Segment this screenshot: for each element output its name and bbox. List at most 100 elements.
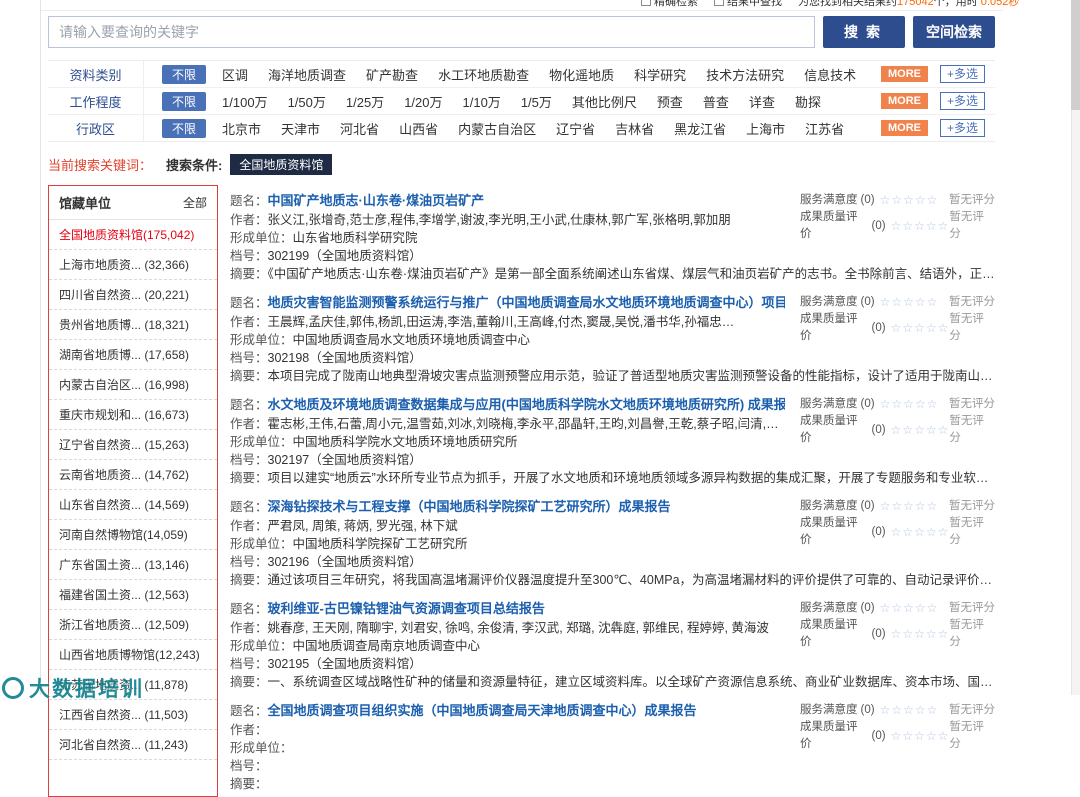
sidebar-archive-item[interactable]: 河南自然博物馆(14,059)	[49, 520, 217, 550]
sidebar-archive-item[interactable]: 山西省地质博物馆(12,243)	[49, 640, 217, 670]
checkbox-icon[interactable]	[714, 0, 724, 6]
filter-option[interactable]: 水工环地质勘查	[438, 65, 529, 84]
watermark-text: 大数据培训	[29, 673, 144, 703]
quality-rating-row: 成果质量评价 (0) ☆☆☆☆☆ 暂无评分	[800, 413, 995, 447]
sidebar-archive-item[interactable]: 内蒙古自治区... (16,998)	[49, 370, 217, 400]
service-rating-stars[interactable]: ☆☆☆☆☆	[880, 498, 939, 515]
filter-option[interactable]: 1/50万	[288, 92, 326, 111]
sidebar-archive-item[interactable]: 江西省自然资... (11,503)	[49, 700, 217, 730]
result-title-line: 题名：玻利维亚-古巴镍钴锂油气资源调查项目总结报告	[230, 599, 785, 619]
filter-option[interactable]: 天津市	[281, 119, 320, 138]
sidebar-archive-item[interactable]: 四川省自然资... (20,221)	[49, 280, 217, 310]
result-title-link[interactable]: 深海钻探技术与工程支撑（中国地质科学院探矿工艺研究所）成果报告	[268, 499, 671, 514]
checkbox-icon[interactable]	[641, 0, 651, 6]
filter-option[interactable]: 详查	[749, 92, 775, 111]
filter-option[interactable]: 海洋地质调查	[268, 65, 346, 84]
quality-rating-stars[interactable]: ☆☆☆☆☆	[891, 320, 950, 337]
search-in-results-checkbox[interactable]: 结果中查找	[714, 0, 782, 9]
filter-option[interactable]: 上海市	[746, 119, 785, 138]
scrollbar-thumb[interactable]	[1071, 0, 1080, 110]
quality-rating-stars[interactable]: ☆☆☆☆☆	[891, 626, 950, 643]
sidebar-archive-item[interactable]: 浙江省地质资... (12,509)	[49, 610, 217, 640]
sidebar-archive-item[interactable]: 云南省地质资... (14,762)	[49, 460, 217, 490]
filter-option[interactable]: 内蒙古自治区	[458, 119, 536, 138]
filter-option[interactable]: 1/10万	[463, 92, 501, 111]
result-title-link[interactable]: 中国矿产地质志·山东卷·煤油页岩矿产	[268, 193, 485, 208]
multi-select-button[interactable]: +多选	[940, 119, 985, 137]
sidebar-archive-item[interactable]: 重庆市规划和... (16,673)	[49, 400, 217, 430]
sidebar-archive-item[interactable]: 福建省国土资... (12,563)	[49, 580, 217, 610]
filter-option[interactable]: 北京市	[222, 119, 261, 138]
filter-unlimited-chip[interactable]: 不限	[162, 65, 206, 84]
more-button[interactable]: MORE	[881, 93, 928, 109]
filter-option[interactable]: 区调	[222, 65, 248, 84]
sidebar-archive-item[interactable]: 全国地质资料馆(175,042)	[49, 220, 217, 250]
result-title-link[interactable]: 水文地质及环境地质调查数据集成与应用(中国地质科学院水文地质环境地质研究所) 成…	[268, 397, 785, 412]
filter-unlimited-chip[interactable]: 不限	[162, 119, 206, 138]
filter-label-region: 行政区	[48, 115, 144, 141]
service-rating-stars[interactable]: ☆☆☆☆☆	[880, 600, 939, 617]
more-button[interactable]: MORE	[881, 120, 928, 136]
result-title-link[interactable]: 全国地质调查项目组织实施（中国地质调查局天津地质调查中心）成果报告	[268, 703, 697, 718]
search-button[interactable]: 搜索	[823, 16, 905, 48]
result-authors-line: 作者：王晨辉,孟庆佳,郭伟,杨凯,田运涛,李浩,董翰川,王高峰,付杰,窦晟,吴悦…	[230, 313, 785, 331]
filter-option[interactable]: 物化遥地质	[549, 65, 614, 84]
result-authors-line: 作者：张义江,张增奇,范士彦,程伟,李增学,谢波,李光明,王小武,仕康林,郭广军…	[230, 211, 785, 229]
filter-option[interactable]: 科学研究	[634, 65, 686, 84]
quality-rating-stars[interactable]: ☆☆☆☆☆	[891, 524, 950, 541]
filter-option[interactable]: 黑龙江省	[674, 119, 726, 138]
title-field-label: 题名：	[230, 398, 268, 412]
filter-option[interactable]: 吉林省	[615, 119, 654, 138]
sidebar-archive-item[interactable]: 上海市地质资... (32,366)	[49, 250, 217, 280]
filter-option[interactable]: 山西省	[399, 119, 438, 138]
multi-select-button[interactable]: +多选	[940, 92, 985, 110]
result-title-link[interactable]: 地质灾害智能监测预警系统运行与推广（中国地质调查局水文地质环境地质调查中心）项目…	[268, 295, 785, 310]
filter-option[interactable]: 其他比例尺	[572, 92, 637, 111]
sidebar-archive-item[interactable]: 河北省自然资... (11,243)	[49, 730, 217, 760]
sidebar-archive-item[interactable]: 广东省国土资... (13,146)	[49, 550, 217, 580]
sidebar-archive-item[interactable]: 山东省自然资... (14,569)	[49, 490, 217, 520]
sidebar-archive-item[interactable]: 湖南省地质博... (17,658)	[49, 340, 217, 370]
sidebar-archive-item[interactable]: 贵州省地质博... (18,321)	[49, 310, 217, 340]
filter-option[interactable]: 河北省	[340, 119, 379, 138]
service-rating-stars[interactable]: ☆☆☆☆☆	[880, 702, 939, 719]
filter-option[interactable]: 辽宁省	[556, 119, 595, 138]
result-ratings: 服务满意度 (0) ☆☆☆☆☆ 暂无评分 成果质量评价 (0) ☆☆☆☆☆ 暂无…	[800, 396, 995, 447]
sidebar-all-link[interactable]: 全部	[183, 194, 207, 211]
spatial-search-button[interactable]: 空间检索	[913, 16, 995, 48]
multi-select-button[interactable]: +多选	[940, 65, 985, 83]
scrollbar[interactable]	[1071, 0, 1080, 695]
quality-rating-stars[interactable]: ☆☆☆☆☆	[891, 218, 950, 235]
filter-option[interactable]: 信息技术	[804, 65, 856, 84]
filter-option[interactable]: 1/25万	[346, 92, 384, 111]
author-field-label: 作者：	[230, 315, 268, 329]
service-rating-stars[interactable]: ☆☆☆☆☆	[880, 294, 939, 311]
title-field-label: 题名：	[230, 194, 268, 208]
sidebar-archive-item[interactable]: 辽宁省自然资... (15,263)	[49, 430, 217, 460]
quality-rating-stars[interactable]: ☆☆☆☆☆	[891, 728, 950, 745]
filter-option[interactable]: 普查	[703, 92, 729, 111]
filter-option[interactable]: 矿产勘查	[366, 65, 418, 84]
precise-search-checkbox[interactable]: 精确检索	[641, 0, 698, 9]
filter-option[interactable]: 勘探	[795, 92, 821, 111]
filter-option[interactable]: 预查	[657, 92, 683, 111]
filter-option[interactable]: 1/5万	[521, 92, 552, 111]
filter-option[interactable]: 技术方法研究	[706, 65, 784, 84]
fileno-field-label: 档号：	[230, 555, 268, 569]
service-rating-stars[interactable]: ☆☆☆☆☆	[880, 192, 939, 209]
service-rating-stars[interactable]: ☆☆☆☆☆	[880, 396, 939, 413]
search-input[interactable]	[48, 16, 815, 48]
quality-rating-row: 成果质量评价 (0) ☆☆☆☆☆ 暂无评分	[800, 515, 995, 549]
result-time: 0.052秒	[981, 0, 1020, 8]
quality-rating-stars[interactable]: ☆☆☆☆☆	[891, 422, 950, 439]
filter-option[interactable]: 1/20万	[404, 92, 442, 111]
search-bar: 搜索 空间检索	[48, 16, 995, 48]
filter-option[interactable]: 江苏省	[805, 119, 844, 138]
filter-option[interactable]: 1/100万	[222, 92, 268, 111]
result-authors: 严君凤, 周策, 蒋炳, 罗光强, 林下斌	[268, 519, 458, 533]
filter-unlimited-chip[interactable]: 不限	[162, 92, 206, 111]
result-title-link[interactable]: 玻利维亚-古巴镍钴锂油气资源调查项目总结报告	[268, 601, 545, 616]
search-condition-tag[interactable]: 全国地质资料馆	[230, 154, 332, 175]
more-button[interactable]: MORE	[881, 66, 928, 82]
service-rating-count: (0)	[861, 294, 875, 311]
